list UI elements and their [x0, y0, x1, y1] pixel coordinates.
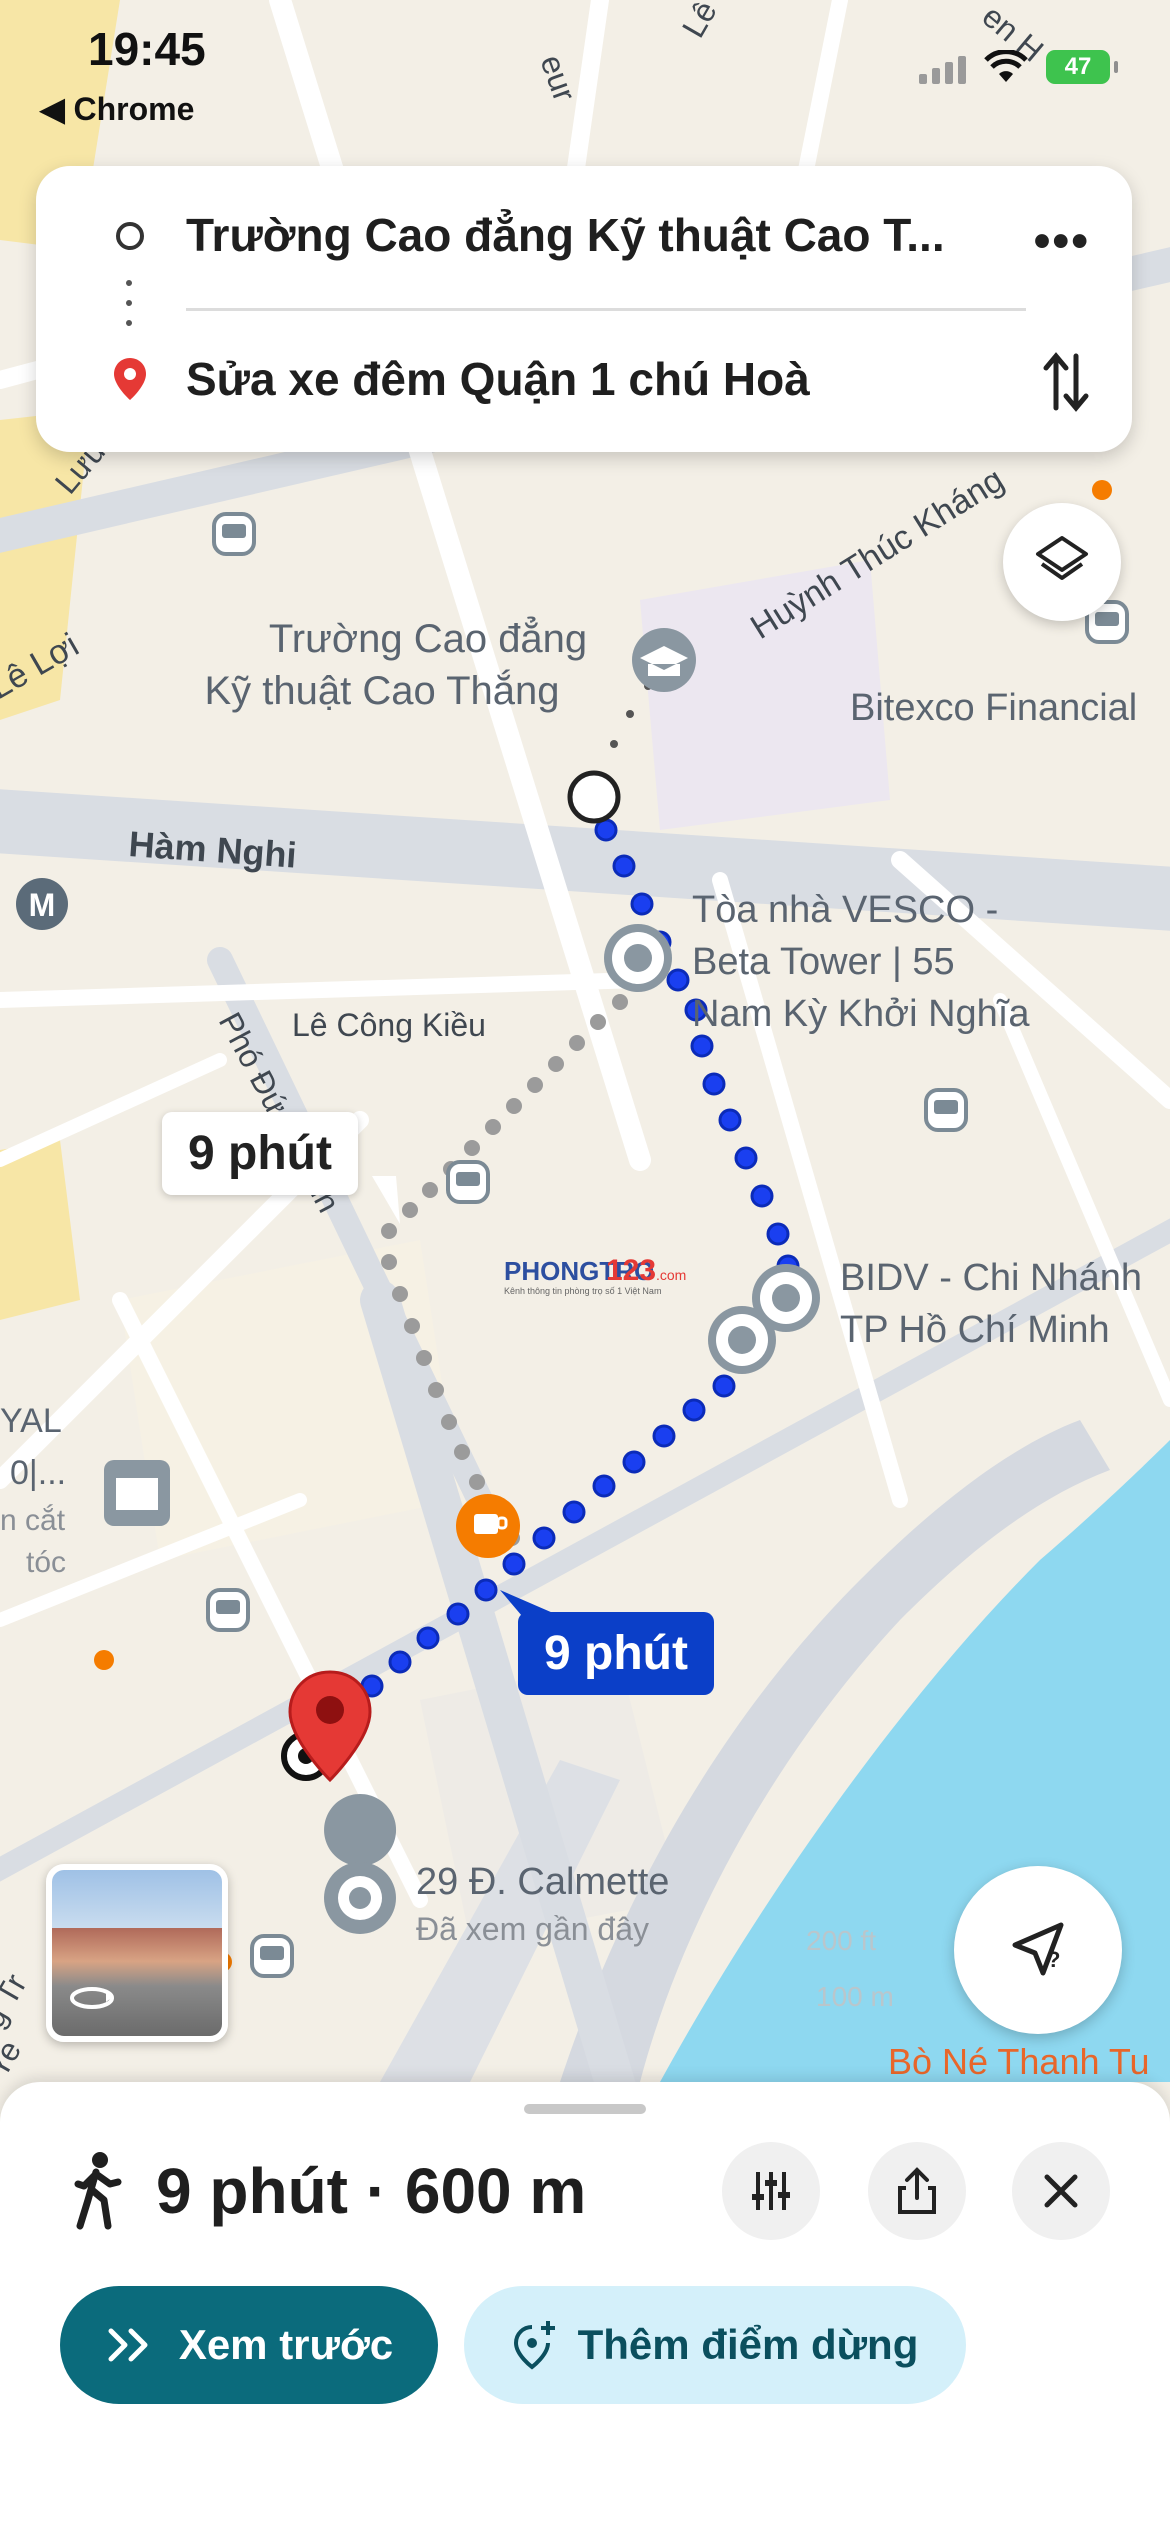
- route-time-label[interactable]: 9 phút: [518, 1612, 714, 1695]
- origin-field[interactable]: Trường Cao đẳng Kỹ thuật Cao T...: [186, 208, 1016, 262]
- swap-direction-icon[interactable]: [1040, 350, 1092, 414]
- navigation-button[interactable]: ?: [954, 1866, 1122, 2034]
- share-icon: [898, 2167, 936, 2214]
- poi-label: Bitexco Financial: [850, 687, 1137, 729]
- shop-marker: [104, 1460, 170, 1526]
- school-marker: [632, 628, 696, 692]
- add-stop-label: Thêm điểm dừng: [577, 2321, 919, 2368]
- poi-label: n cắt: [0, 1504, 66, 1537]
- status-time: 19:45: [88, 23, 206, 75]
- poi-label: 29 Đ. Calmette: [416, 1861, 669, 1903]
- poi-label: YAL: [0, 1402, 62, 1440]
- layers-icon: [1036, 536, 1088, 580]
- cellular-signal-icon: [919, 50, 966, 84]
- poi-label: Nam Kỳ Khởi Nghĩa: [692, 993, 1030, 1035]
- route-summary: 9 phút · 600 m: [156, 2155, 587, 2227]
- walking-icon: [74, 2152, 122, 2230]
- route-bottom-sheet: 9 phút · 600 m Xem trước Thêm điểm dừng: [0, 2082, 1170, 2532]
- connector-dots-icon: [126, 280, 132, 332]
- double-chevron-icon: [108, 2328, 148, 2362]
- watermark: Kênh thông tin phòng trọ số 1 Việt Nam: [504, 1286, 661, 1296]
- poi-label: Beta Tower | 55: [692, 941, 955, 983]
- poi-label: Trường Cao đẳng: [269, 615, 587, 661]
- status-icons: 47: [919, 50, 1118, 84]
- cafe-marker: [456, 1494, 520, 1558]
- poi-label: tóc: [26, 1546, 66, 1579]
- layers-button[interactable]: [1003, 503, 1121, 621]
- place-marker-bidv-2: [708, 1306, 776, 1374]
- street-view-thumbnail[interactable]: [46, 1864, 228, 2042]
- add-stop-button[interactable]: Thêm điểm dừng: [464, 2286, 966, 2404]
- poi-label: Đã xem gần đây: [416, 1911, 649, 1947]
- preview-label: Xem trước: [178, 2321, 394, 2368]
- back-to-app-link[interactable]: ◀ Chrome: [40, 90, 194, 128]
- add-location-icon: [513, 2321, 555, 2370]
- more-options-icon[interactable]: •••: [1034, 214, 1090, 269]
- battery-icon: 47: [1046, 50, 1118, 84]
- close-button[interactable]: [1012, 2142, 1110, 2240]
- navigation-arrow-icon: ?: [1012, 1922, 1064, 1976]
- wifi-icon: [984, 50, 1028, 82]
- street-view-rotate-icon: [70, 1987, 114, 2009]
- destination-field[interactable]: Sửa xe đêm Quận 1 chú Hoà: [186, 352, 810, 406]
- preview-button[interactable]: Xem trước: [60, 2286, 438, 2404]
- svg-text:?: ?: [1047, 1947, 1060, 1972]
- scale-label: 100 m: [816, 1981, 894, 2012]
- status-bar: 19:45 ◀ Chrome 47: [0, 0, 1170, 150]
- poi-label: Tòa nhà VESCO -: [692, 889, 998, 931]
- poi-label: TP Hồ Chí Minh: [840, 1309, 1110, 1351]
- share-button[interactable]: [868, 2142, 966, 2240]
- poi-label: Kỹ thuật Cao Thắng: [204, 668, 559, 713]
- place-marker-vesco: [604, 924, 672, 992]
- destination-pin-icon: [114, 358, 146, 400]
- origin-marker: [567, 770, 621, 824]
- watermark: .com: [656, 1267, 686, 1283]
- origin-circle-icon: [116, 222, 144, 250]
- close-icon: [1044, 2174, 1078, 2208]
- poi-label: BIDV - Chi Nhánh: [840, 1257, 1142, 1299]
- sliders-icon: [752, 2172, 790, 2210]
- scale-label: 200 ft: [806, 1925, 876, 1956]
- alt-route-time-label[interactable]: 9 phút: [162, 1112, 358, 1195]
- watermark: 123: [606, 1254, 656, 1287]
- directions-card: Trường Cao đẳng Kỹ thuật Cao T... Sửa xe…: [36, 166, 1132, 452]
- route-options-button[interactable]: [722, 2142, 820, 2240]
- poi-label: 0|...: [10, 1454, 66, 1492]
- sheet-drag-handle[interactable]: [524, 2104, 646, 2114]
- street-label: Lê Công Kiều: [292, 1007, 486, 1043]
- poi-label: Bò Né Thanh Tu: [888, 2041, 1150, 2082]
- metro-badge: M: [29, 887, 56, 923]
- divider: [186, 308, 1026, 311]
